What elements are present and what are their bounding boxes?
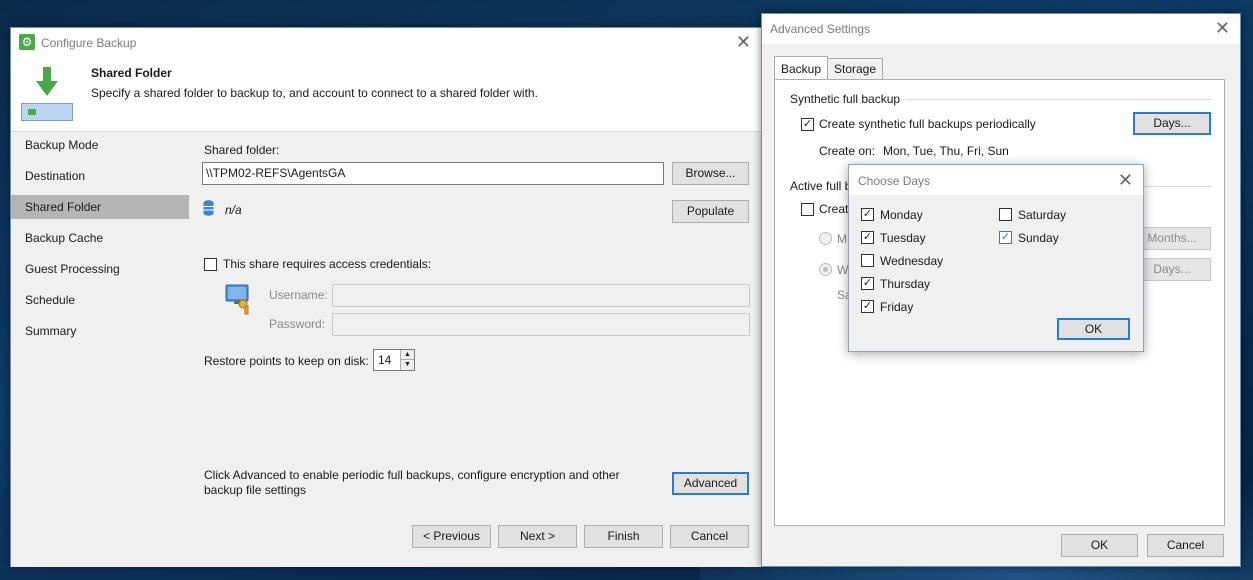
password-input[interactable] [332,313,750,336]
advanced-cancel-button[interactable]: Cancel [1147,534,1224,557]
browse-button[interactable]: Browse... [672,162,749,185]
choose-days-title-bar: Choose Days ✕ [849,165,1143,195]
advanced-ok-button[interactable]: OK [1061,534,1138,557]
synthetic-group-label: Synthetic full backup [790,92,901,106]
drive-icon [21,103,73,121]
create-on-label: Create on: [819,144,876,158]
advanced-button[interactable]: Advanced [672,472,749,495]
day-label-tuesday: Tuesday [880,231,926,245]
close-icon[interactable]: ✕ [736,32,751,53]
step-title: Shared Folder [91,66,172,80]
app-gear-icon: ⚙ [19,34,35,50]
nav-item-summary[interactable]: Summary [11,319,189,343]
nav-item-backup-mode[interactable]: Backup Mode [11,133,189,157]
restore-points-label: Restore points to keep on disk: [204,354,369,368]
monthly-radio[interactable] [819,232,832,245]
day-checkbox-thursday[interactable]: ✓ [861,277,874,290]
day-checkbox-wednesday[interactable] [861,254,874,267]
restore-points-value: 14 [378,353,392,367]
advanced-window-title: Advanced Settings [770,22,871,36]
choose-days-close-icon[interactable]: ✕ [1118,170,1133,191]
username-input[interactable] [332,284,750,307]
cancel-button[interactable]: Cancel [670,525,749,548]
day-label-wednesday: Wednesday [880,254,944,268]
advanced-title-bar: Advanced Settings ✕ [762,14,1240,44]
down-arrow-icon [36,67,58,96]
username-label: Username: [269,288,328,302]
day-checkbox-sunday[interactable]: ✓ [999,231,1012,244]
credentials-label: This share requires access credentials: [223,257,432,271]
advanced-close-icon[interactable]: ✕ [1215,18,1230,39]
day-checkbox-friday[interactable]: ✓ [861,300,874,313]
synthetic-days-button[interactable]: Days... [1133,112,1211,135]
title-bar: ⚙ Configure Backup ✕ [11,28,761,58]
day-checkbox-monday[interactable]: ✓ [861,208,874,221]
advanced-hint: Click Advanced to enable periodic full b… [204,468,620,497]
shared-folder-label: Shared folder: [204,143,280,157]
day-checkbox-tuesday[interactable]: ✓ [861,231,874,244]
weekly-radio[interactable] [819,263,832,276]
next-button[interactable]: Next > [498,525,577,548]
choose-days-ok-button[interactable]: OK [1057,318,1130,340]
restore-points-stepper[interactable]: 14 ▲ ▼ [373,349,415,371]
weekly-radio-label: W [837,263,849,277]
tab-storage[interactable]: Storage [827,58,884,80]
credentials-checkbox[interactable] [204,258,217,271]
day-label-sunday: Sunday [1018,231,1059,245]
nav-item-backup-cache[interactable]: Backup Cache [11,226,189,250]
password-label: Password: [269,317,326,331]
weekly-days-button[interactable]: Days... [1133,258,1211,281]
stepper-down-icon[interactable]: ▼ [400,360,414,370]
wizard-nav: Backup Mode Destination Shared Folder Ba… [11,133,189,513]
active-full-checkbox[interactable] [801,203,814,216]
configure-backup-window: ⚙ Configure Backup ✕ Shared Folder Speci… [10,27,762,567]
day-label-monday: Monday [880,208,923,222]
create-on-value: Mon, Tue, Thu, Fri, Sun [883,144,1009,158]
synthetic-checkbox-label: Create synthetic full backups periodical… [819,117,1036,131]
group-divider [905,99,1211,100]
day-label-thursday: Thursday [880,277,931,291]
nav-item-destination[interactable]: Destination [11,164,189,188]
wizard-footer: < Previous Next > Finish Cancel [11,513,761,567]
window-title: Configure Backup [41,36,137,50]
wizard-header: Shared Folder Specify a shared folder to… [11,58,761,132]
user-key-icon [225,284,249,315]
active-full-group-label: Active full b [790,179,852,193]
download-drive-icon [21,67,73,123]
database-icon [203,200,214,216]
previous-button[interactable]: < Previous [412,525,491,548]
choose-days-title: Choose Days [858,174,931,188]
day-label-saturday: Saturday [1018,208,1067,222]
tab-backup[interactable]: Backup [774,56,829,80]
shared-folder-input[interactable]: \\TPM02-REFS\AgentsGA [202,162,664,185]
wizard-content: Shared folder: \\TPM02-REFS\AgentsGA Bro… [189,133,761,513]
populate-button[interactable]: Populate [672,200,749,223]
finish-button[interactable]: Finish [584,525,663,548]
synthetic-checkbox[interactable]: ✓ [801,118,814,131]
nav-item-schedule[interactable]: Schedule [11,288,189,312]
choose-days-dialog: Choose Days ✕ ✓ Monday ✓ Tuesday Wednesd… [848,164,1144,352]
nav-item-guest-processing[interactable]: Guest Processing [11,257,189,281]
day-label-friday: Friday [880,300,914,314]
monthly-radio-label: M [837,232,847,246]
capacity-value: n/a [225,203,242,217]
nav-item-shared-folder[interactable]: Shared Folder [11,195,189,219]
day-checkbox-saturday[interactable] [999,208,1012,221]
step-description: Specify a shared folder to backup to, an… [91,86,538,100]
stepper-up-icon[interactable]: ▲ [400,350,414,360]
months-button[interactable]: Months... [1133,227,1211,250]
